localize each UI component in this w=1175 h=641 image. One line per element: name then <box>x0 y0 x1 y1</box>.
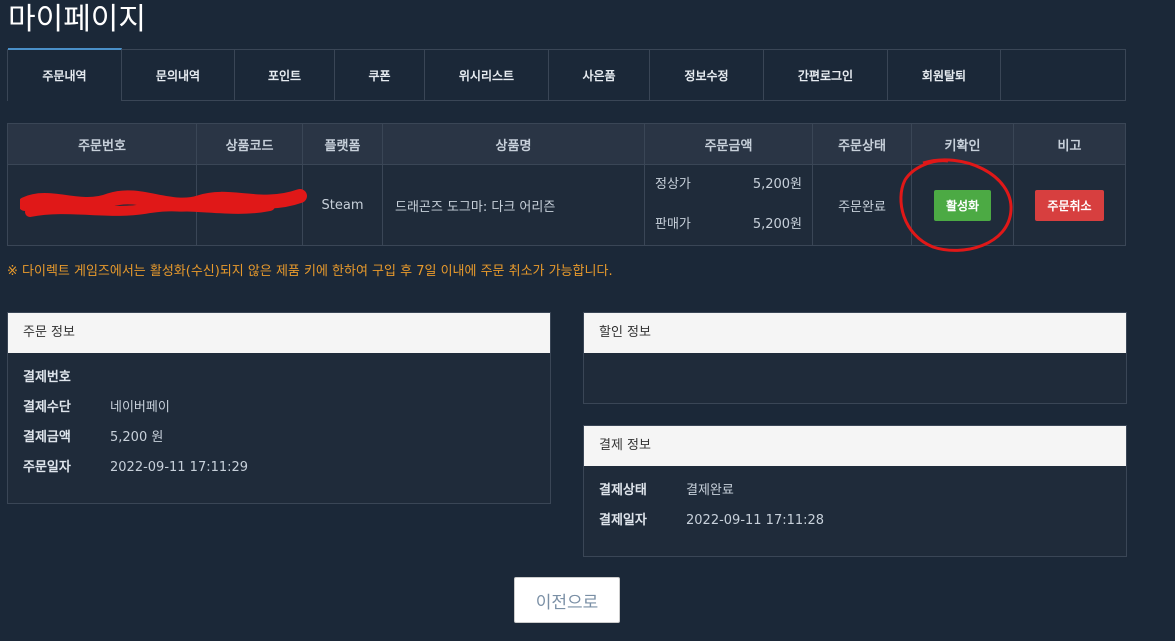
table-header-row: 주문번호 상품코드 플랫폼 상품명 주문금액 주문상태 키확인 비고 <box>7 123 1126 165</box>
order-status-cell: 주문완료 <box>812 164 912 246</box>
order-info-title: 주문 정보 <box>8 313 550 353</box>
page-title: 마이페이지 <box>8 2 146 37</box>
tab-bar: 주문내역 문의내역 포인트 쿠폰 위시리스트 사은품 정보수정 간편로그인 회원… <box>7 48 1126 101</box>
payment-number-label: 결제번호 <box>23 370 71 385</box>
col-order-number: 주문번호 <box>7 123 197 165</box>
payment-method-row: 결제수단 네이버페이 <box>8 393 550 423</box>
col-remarks: 비고 <box>1013 123 1126 165</box>
col-order-status: 주문상태 <box>812 123 912 165</box>
sale-price-value: 5,200원 <box>752 217 802 232</box>
tab-inquiries[interactable]: 문의내역 <box>122 50 235 100</box>
tab-gifts[interactable]: 사은품 <box>549 50 650 100</box>
back-button[interactable]: 이전으로 <box>514 577 620 623</box>
col-order-amount: 주문금액 <box>644 123 813 165</box>
payment-status-row: 결제상태 결제완료 <box>584 476 1126 506</box>
col-product-name: 상품명 <box>382 123 645 165</box>
discount-info-panel: 할인 정보 <box>583 312 1127 404</box>
payment-info-panel: 결제 정보 결제상태 결제완료 결제일자 2022-09-11 17:11:28 <box>583 425 1127 557</box>
cancellation-notice: ※ 다이렉트 게임즈에서는 활성화(수신)되지 않은 제품 키에 한하여 구입 … <box>7 264 613 279</box>
payment-info-title: 결제 정보 <box>584 426 1126 466</box>
payment-amount-value: 5,200 원 <box>110 430 164 445</box>
payment-date-value: 2022-09-11 17:11:28 <box>686 513 825 528</box>
col-product-code: 상품코드 <box>196 123 303 165</box>
payment-number-row: 결제번호 <box>8 363 550 393</box>
cancel-order-button[interactable]: 주문취소 <box>1035 189 1104 221</box>
tab-easy-login[interactable]: 간편로그인 <box>764 50 888 100</box>
sale-price-label: 판매가 <box>655 217 691 232</box>
key-check-cell: 활성화 <box>911 164 1014 246</box>
payment-status-value: 결제완료 <box>686 483 734 498</box>
payment-amount-row: 결제금액 5,200 원 <box>8 423 550 453</box>
regular-price-label: 정상가 <box>655 177 691 192</box>
tab-points[interactable]: 포인트 <box>235 50 335 100</box>
payment-status-label: 결제상태 <box>599 483 647 498</box>
activate-button[interactable]: 활성화 <box>933 189 992 221</box>
platform-cell: Steam <box>302 164 383 246</box>
order-date-row: 주문일자 2022-09-11 17:11:29 <box>8 453 550 483</box>
regular-price-value: 5,200원 <box>752 177 802 192</box>
order-amount-cell: 정상가 5,200원 판매가 5,200원 <box>644 164 813 246</box>
tab-coupons[interactable]: 쿠폰 <box>335 50 425 100</box>
payment-method-value: 네이버페이 <box>110 400 170 415</box>
payment-method-label: 결제수단 <box>23 400 71 415</box>
tab-wishlist[interactable]: 위시리스트 <box>425 50 549 100</box>
payment-date-label: 결제일자 <box>599 513 647 528</box>
col-key-check: 키확인 <box>911 123 1014 165</box>
order-date-value: 2022-09-11 17:11:29 <box>110 460 249 475</box>
payment-amount-label: 결제금액 <box>23 430 71 445</box>
product-name-cell: 드래곤즈 도그마: 다크 어리즌 <box>382 164 645 246</box>
remarks-cell: 주문취소 <box>1013 164 1126 246</box>
payment-date-row: 결제일자 2022-09-11 17:11:28 <box>584 506 1126 536</box>
order-date-label: 주문일자 <box>23 460 71 475</box>
col-platform: 플랫폼 <box>302 123 383 165</box>
tab-bar-filler <box>1001 50 1125 100</box>
discount-info-title: 할인 정보 <box>584 313 1126 353</box>
tab-edit-info[interactable]: 정보수정 <box>650 50 764 100</box>
order-info-panel: 주문 정보 결제번호 결제수단 네이버페이 결제금액 5,200 원 주문일자 … <box>7 312 551 504</box>
tab-withdraw[interactable]: 회원탈퇴 <box>888 50 1001 100</box>
redaction-scribble-order <box>20 189 307 217</box>
tab-order-history[interactable]: 주문내역 <box>8 48 122 101</box>
